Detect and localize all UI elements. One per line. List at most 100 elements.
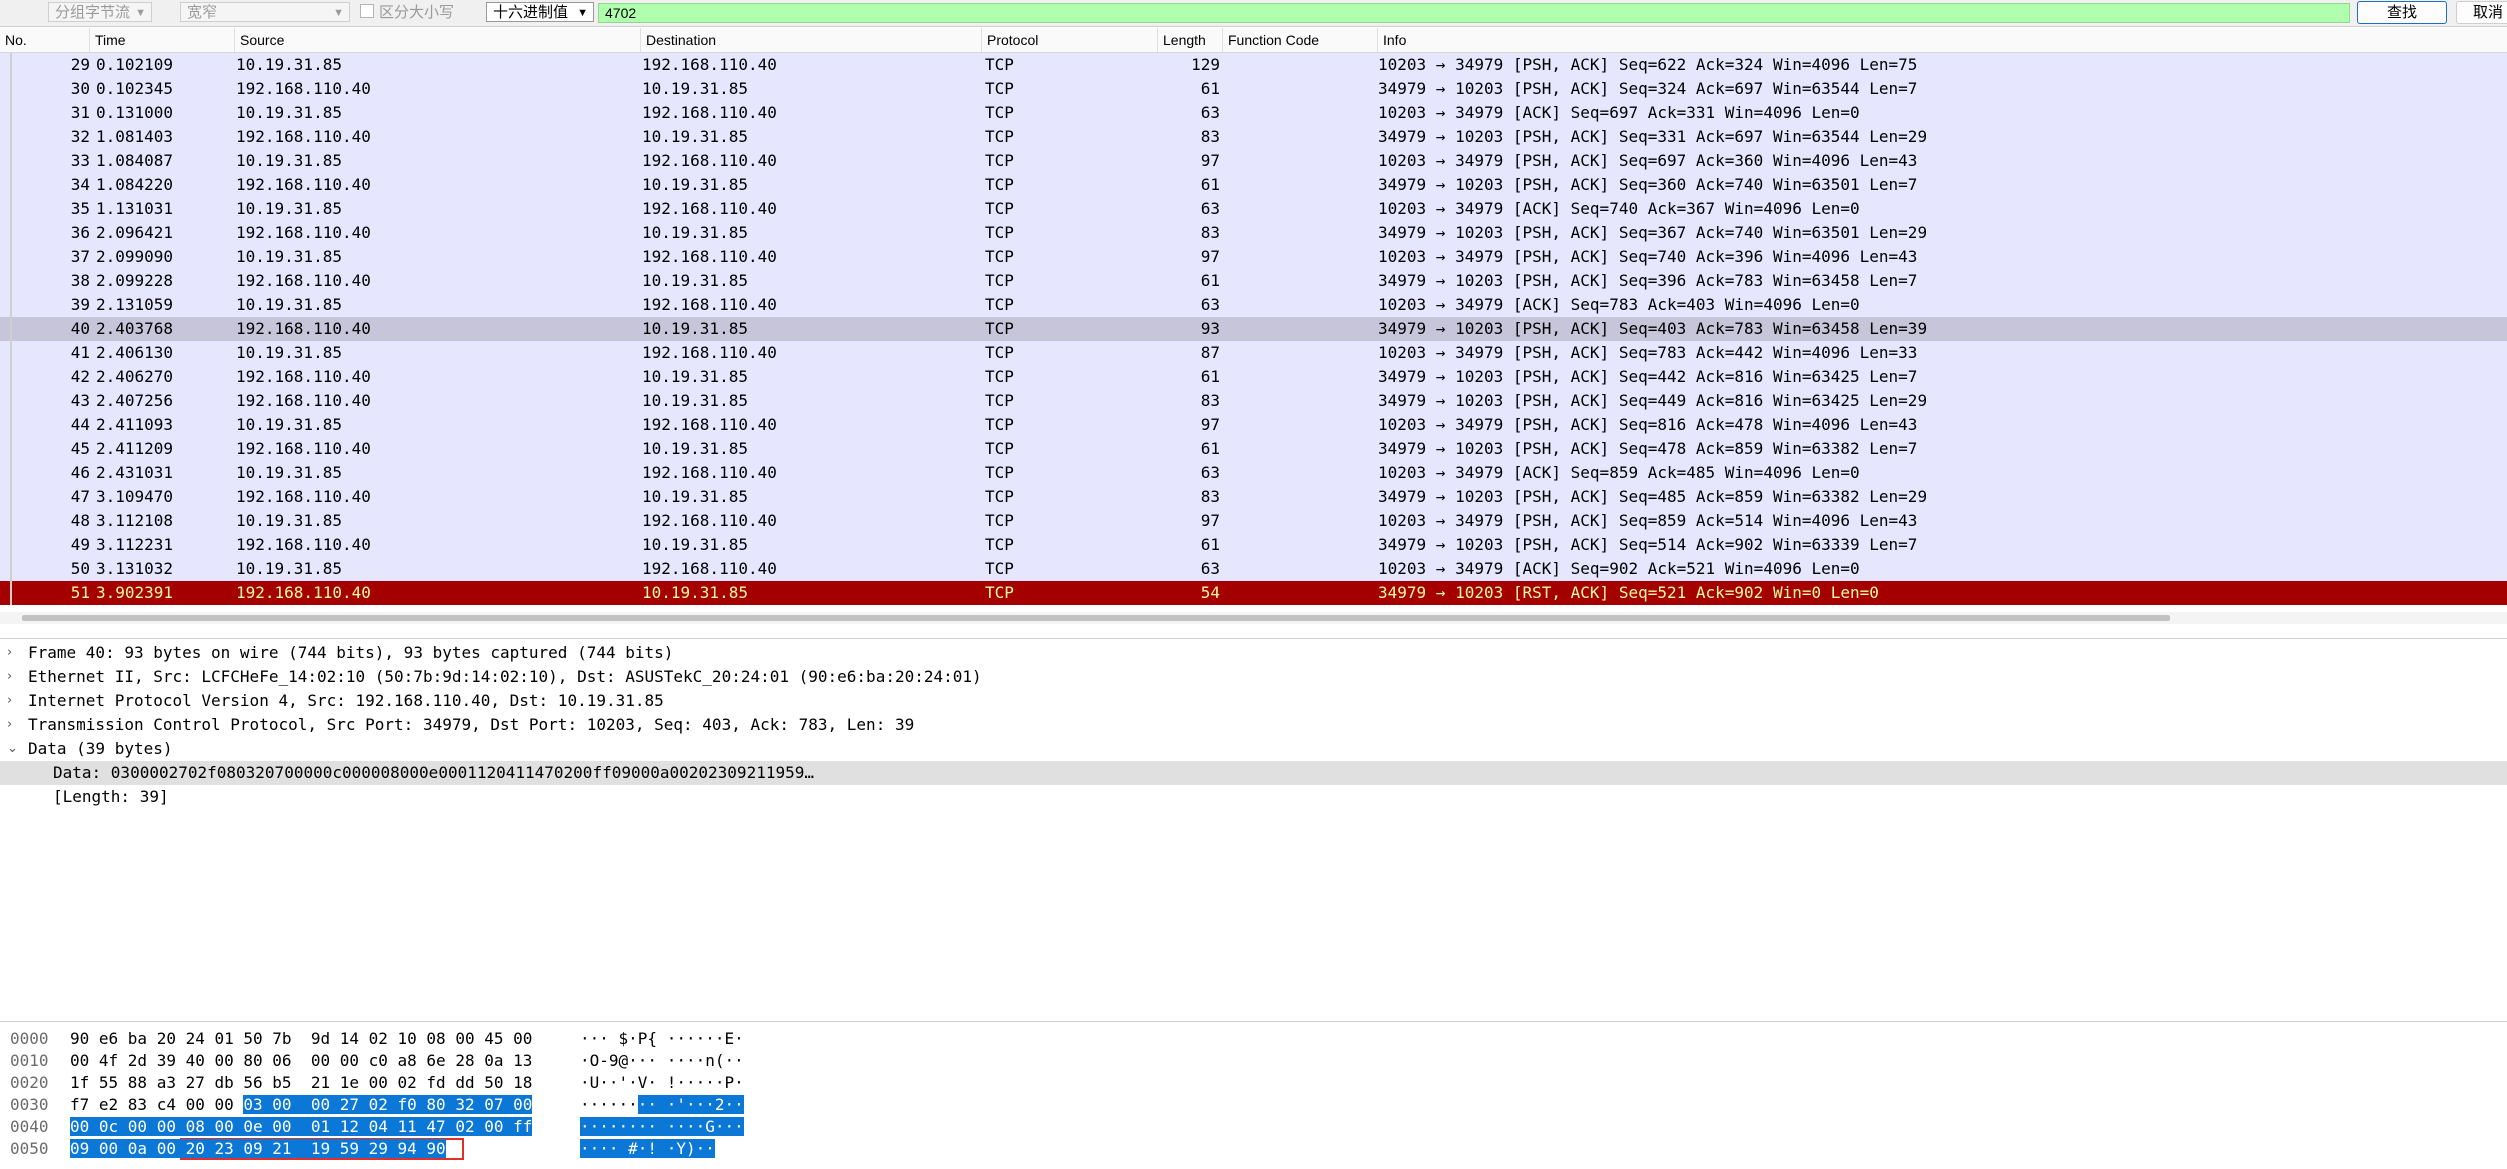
packet-destination: 192.168.110.40 — [642, 511, 777, 530]
packet-length: 97 — [1200, 415, 1220, 434]
packet-row[interactable]: 43 2.407256 192.168.110.40 10.19.31.85 TCP 83… — [0, 389, 2507, 413]
scrollbar-thumb[interactable] — [22, 615, 2170, 621]
case-sensitive-checkbox[interactable]: 区分大小写 — [360, 3, 454, 23]
packet-rows: 29 0.102109 10.19.31.85 192.168.110.40 TCP 12… — [0, 53, 2507, 605]
packet-destination: 192.168.110.40 — [642, 415, 777, 434]
packet-no: 35 — [70, 199, 90, 218]
packet-row[interactable]: 45 2.411209 192.168.110.40 10.19.31.85 TCP 61… — [0, 437, 2507, 461]
packet-no: 51 — [70, 583, 90, 602]
hex-bytes[interactable]: 09 00 0a 00 20 23 09 21 19 59 29 94 90 — [70, 1138, 446, 1160]
detail-text: Data: 0300002702f080320700000c000008000e… — [53, 763, 814, 782]
ascii-bytes[interactable]: ·U··'·V· !·····P· — [580, 1072, 744, 1094]
detail-tree-item[interactable]: [Length: 39] — [0, 785, 2507, 809]
packet-no: 50 — [70, 559, 90, 578]
packet-row[interactable]: 42 2.406270 192.168.110.40 10.19.31.85 TCP 61… — [0, 365, 2507, 389]
packet-length: 61 — [1200, 175, 1220, 194]
packet-row[interactable]: 49 3.112231 192.168.110.40 10.19.31.85 TCP 61… — [0, 533, 2507, 557]
ascii-bytes[interactable]: ··· $·P{ ······E· — [580, 1028, 744, 1050]
column-header-info[interactable]: Info — [1378, 28, 2507, 52]
ascii-bytes[interactable]: ········ ·'···2·· — [580, 1094, 744, 1116]
packet-time: 3.131032 — [96, 559, 174, 578]
packet-row[interactable]: 44 2.411093 10.19.31.85 192.168.110.40 TCP 97… — [0, 413, 2507, 437]
ascii-bytes[interactable]: ········ ····G··· — [580, 1116, 744, 1138]
packet-length: 129 — [1191, 55, 1220, 74]
packet-no: 33 — [70, 151, 90, 170]
column-header-length[interactable]: Length — [1158, 28, 1223, 52]
column-header-source[interactable]: Source — [235, 28, 641, 52]
packet-row[interactable]: 41 2.406130 10.19.31.85 192.168.110.40 TCP 87… — [0, 341, 2507, 365]
packet-row[interactable]: 34 1.084220 192.168.110.40 10.19.31.85 TCP 61… — [0, 173, 2507, 197]
packet-length: 54 — [1200, 583, 1220, 602]
find-button[interactable]: 查找 — [2357, 1, 2447, 24]
packet-time: 1.131031 — [96, 199, 174, 218]
packet-length: 97 — [1200, 151, 1220, 170]
packet-time: 3.902391 — [96, 583, 174, 602]
detail-tree-item[interactable]: › Ethernet II, Src: LCFCHeFe_14:02:10 (50… — [0, 665, 2507, 689]
packet-time: 3.112108 — [96, 511, 174, 530]
search-input[interactable]: 4702 — [598, 3, 2350, 23]
hex-bytes[interactable]: 90 e6 ba 20 24 01 50 7b 9d 14 02 10 08 0… — [70, 1028, 532, 1050]
packet-protocol: TCP — [985, 511, 1014, 530]
packet-row[interactable]: 51 3.902391 192.168.110.40 10.19.31.85 TCP 54… — [0, 581, 2507, 605]
packet-destination: 192.168.110.40 — [642, 247, 777, 266]
packet-info: 34979 → 10203 [PSH, ACK] Seq=324 Ack=697… — [1378, 79, 1918, 98]
packet-row[interactable]: 50 3.131032 10.19.31.85 192.168.110.40 TCP 63… — [0, 557, 2507, 581]
column-header-no[interactable]: No. — [0, 28, 90, 52]
cancel-button[interactable]: 取消 — [2456, 1, 2507, 24]
packet-row[interactable]: 35 1.131031 10.19.31.85 192.168.110.40 TCP 63… — [0, 197, 2507, 221]
packet-no: 47 — [70, 487, 90, 506]
collapsed-arrow-icon[interactable]: › — [7, 713, 12, 737]
packet-protocol: TCP — [985, 367, 1014, 386]
ascii-bytes[interactable]: ·O-9@··· ····n(·· — [580, 1050, 744, 1072]
packet-no: 43 — [70, 391, 90, 410]
packet-source: 10.19.31.85 — [236, 199, 342, 218]
hex-bytes-selected: 03 00 00 27 02 f0 80 32 07 00 — [243, 1095, 533, 1114]
detail-tree-item[interactable]: › Internet Protocol Version 4, Src: 192.1… — [0, 689, 2507, 713]
hex-bytes[interactable]: 1f 55 88 a3 27 db 56 b5 21 1e 00 02 fd d… — [70, 1072, 532, 1094]
packet-row[interactable]: 39 2.131059 10.19.31.85 192.168.110.40 TCP 63… — [0, 293, 2507, 317]
packet-row[interactable]: 46 2.431031 10.19.31.85 192.168.110.40 TCP 63… — [0, 461, 2507, 485]
detail-tree-item[interactable]: ⌄ Data (39 bytes) — [0, 737, 2507, 761]
packet-info: 10203 → 34979 [ACK] Seq=740 Ack=367 Win=… — [1378, 199, 1860, 218]
hex-offset: 0030 — [10, 1095, 49, 1114]
hex-bytes[interactable]: 00 0c 00 00 08 00 0e 00 01 12 04 11 47 0… — [70, 1116, 533, 1138]
expanded-arrow-icon[interactable]: ⌄ — [7, 737, 18, 761]
packet-row[interactable]: 40 2.403768 192.168.110.40 10.19.31.85 TCP 93… — [0, 317, 2507, 341]
packet-time: 2.403768 — [96, 319, 174, 338]
packet-row[interactable]: 30 0.102345 192.168.110.40 10.19.31.85 TCP 61… — [0, 77, 2507, 101]
packet-length: 83 — [1200, 223, 1220, 242]
detail-tree-item[interactable]: Data: 0300002702f080320700000c000008000e… — [0, 761, 2507, 785]
packet-row[interactable]: 29 0.102109 10.19.31.85 192.168.110.40 TCP 12… — [0, 53, 2507, 77]
packet-destination: 10.19.31.85 — [642, 271, 748, 290]
search-in-select[interactable]: 分组字节流 ▼ — [48, 2, 152, 22]
detail-tree-item[interactable]: › Transmission Control Protocol, Src Port… — [0, 713, 2507, 737]
display-format-select[interactable]: 十六进制值 ▼ — [486, 2, 594, 22]
packet-row[interactable]: 37 2.099090 10.19.31.85 192.168.110.40 TCP 97… — [0, 245, 2507, 269]
packet-row[interactable]: 48 3.112108 10.19.31.85 192.168.110.40 TCP 97… — [0, 509, 2507, 533]
ascii-bytes[interactable]: ···· #·! ·Y)·· — [580, 1138, 715, 1160]
packet-protocol: TCP — [985, 559, 1014, 578]
hex-bytes[interactable]: 00 4f 2d 39 40 00 80 06 00 00 c0 a8 6e 2… — [70, 1050, 532, 1072]
column-header-protocol[interactable]: Protocol — [982, 28, 1158, 52]
packet-row[interactable]: 33 1.084087 10.19.31.85 192.168.110.40 TCP 97… — [0, 149, 2507, 173]
column-header-function-code[interactable]: Function Code — [1223, 28, 1378, 52]
hex-bytes[interactable]: f7 e2 83 c4 00 00 03 00 00 27 02 f0 80 3… — [70, 1094, 533, 1116]
packet-row[interactable]: 36 2.096421 192.168.110.40 10.19.31.85 TCP 83… — [0, 221, 2507, 245]
packet-info: 10203 → 34979 [PSH, ACK] Seq=859 Ack=514… — [1378, 511, 1918, 530]
packet-source: 192.168.110.40 — [236, 175, 371, 194]
packet-row[interactable]: 32 1.081403 192.168.110.40 10.19.31.85 TCP 83… — [0, 125, 2507, 149]
charset-select[interactable]: 宽窄 ▼ — [180, 2, 350, 22]
packet-row[interactable]: 31 0.131000 10.19.31.85 192.168.110.40 TCP 63… — [0, 101, 2507, 125]
detail-tree-item[interactable]: › Frame 40: 93 bytes on wire (744 bits), … — [0, 641, 2507, 665]
packet-row[interactable]: 47 3.109470 192.168.110.40 10.19.31.85 TCP 83… — [0, 485, 2507, 509]
packet-row[interactable]: 38 2.099228 192.168.110.40 10.19.31.85 TCP 61… — [0, 269, 2507, 293]
collapsed-arrow-icon[interactable]: › — [7, 689, 12, 713]
hex-offset: 0050 — [10, 1139, 49, 1158]
packet-list-header: No. Time Source Destination Protocol Len… — [0, 28, 2507, 53]
column-header-destination[interactable]: Destination — [641, 28, 982, 52]
collapsed-arrow-icon[interactable]: › — [7, 641, 12, 665]
column-header-time[interactable]: Time — [90, 28, 235, 52]
horizontal-scrollbar[interactable] — [0, 612, 2507, 624]
packet-time: 3.109470 — [96, 487, 174, 506]
collapsed-arrow-icon[interactable]: › — [7, 665, 12, 689]
